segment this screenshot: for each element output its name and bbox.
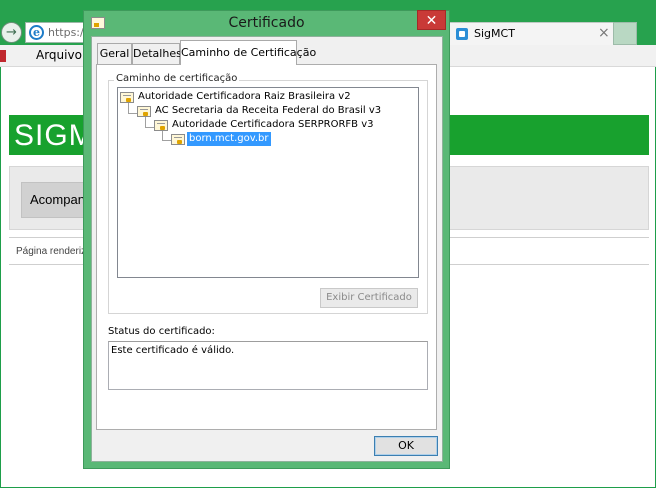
tree-item-root-ca[interactable]: Autoridade Certificadora Raiz Brasileira…: [120, 91, 351, 105]
tree-connector-line: [162, 140, 171, 141]
page-rendered-text: Página renderiz: [16, 246, 87, 257]
tree-connector-line: [128, 113, 137, 114]
tree-item-intermediate-ca-serpro[interactable]: Autoridade Certificadora SERPRORFB v3: [154, 119, 374, 133]
tree-item-label: Autoridade Certificadora Raiz Brasileira…: [138, 91, 351, 102]
certificate-icon: [137, 106, 151, 117]
certification-path-label: Caminho de certificação: [114, 73, 240, 84]
app-menu-icon[interactable]: [0, 50, 6, 62]
tree-item-intermediate-ca-receita[interactable]: AC Secretaria da Receita Federal do Bras…: [137, 105, 381, 119]
internet-explorer-icon: e: [29, 25, 44, 40]
certificate-status-text: Este certificado é válido.: [111, 345, 235, 356]
acompanhamento-button[interactable]: Acompan: [21, 182, 91, 218]
arrow-right-icon: →: [6, 25, 17, 40]
certificate-icon: [171, 134, 185, 145]
ok-button[interactable]: OK: [374, 436, 438, 456]
address-bar[interactable]: e https://: [25, 22, 90, 43]
browser-tab-sigmct[interactable]: SigMCT ×: [449, 22, 617, 45]
menu-item-arquivo[interactable]: Arquivo: [36, 48, 82, 62]
tab-detalhes[interactable]: Detalhes: [132, 43, 182, 64]
close-tab-icon[interactable]: ×: [598, 25, 610, 41]
close-button[interactable]: ✕: [417, 10, 446, 30]
tab-caminho-de-certificacao[interactable]: Caminho de Certificação: [180, 40, 316, 65]
new-tab-button[interactable]: [613, 22, 637, 45]
certificate-icon: [120, 92, 134, 103]
tree-connector-line: [145, 127, 154, 128]
address-text: https://: [48, 26, 88, 39]
forward-button[interactable]: →: [1, 22, 22, 43]
tree-item-leaf-cert[interactable]: born.mct.gov.br: [171, 132, 281, 147]
tree-item-label: AC Secretaria da Receita Federal do Bras…: [155, 105, 382, 116]
site-favicon-icon: [456, 28, 468, 40]
tab-geral[interactable]: Geral: [97, 43, 132, 64]
tree-item-label: Autoridade Certificadora SERPRORFB v3: [172, 119, 374, 130]
dialog-title: Certificado: [228, 15, 305, 31]
certificate-status-label: Status do certificado:: [108, 326, 215, 337]
browser-tab-title: SigMCT: [474, 27, 515, 40]
close-icon: ✕: [425, 13, 438, 29]
tree-item-label-selected: born.mct.gov.br: [187, 132, 271, 146]
certificate-icon: [154, 120, 168, 131]
view-certificate-button[interactable]: Exibir Certificado: [320, 288, 418, 308]
